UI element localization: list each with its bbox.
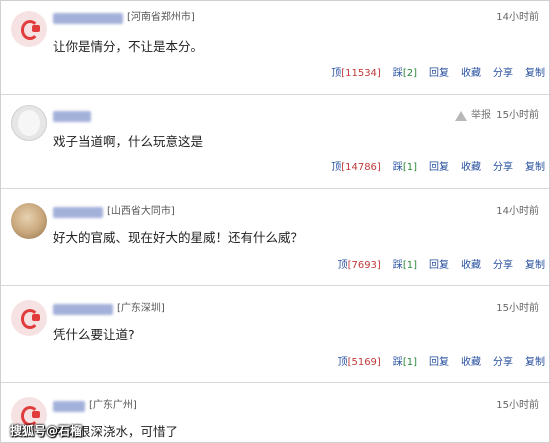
upvote-button[interactable]: 顶[7693] <box>338 259 381 273</box>
avatar[interactable] <box>11 105 47 141</box>
copy-button[interactable]: 复制 <box>525 161 545 175</box>
comment-item: [广东广州] 15小时前 大海很深浇水，可惜了 <box>1 383 549 442</box>
upvote-button[interactable]: 顶[5169] <box>338 356 381 370</box>
username[interactable] <box>53 303 113 315</box>
share-button[interactable]: 分享 <box>493 259 513 273</box>
username[interactable] <box>53 206 103 218</box>
copy-button[interactable]: 复制 <box>525 67 545 81</box>
comment-list: [河南省郑州市] 14小时前 让你是情分，不让是本分。 顶[11534] 踩[2… <box>0 0 550 443</box>
collect-button[interactable]: 收藏 <box>461 356 481 370</box>
comment-item: [山西省大同市] 14小时前 好大的官威、现在好大的星威！还有什么威？ 顶[76… <box>1 189 549 286</box>
warning-icon <box>455 111 467 121</box>
timestamp: 15小时前 <box>496 303 539 314</box>
comment-author: [广东深圳] <box>53 302 165 316</box>
collect-button[interactable]: 收藏 <box>461 259 481 273</box>
watermark: 搜狐号@石榴 <box>10 424 83 438</box>
timestamp: 14小时前 <box>496 206 539 217</box>
downvote-button[interactable]: 踩[2] <box>393 67 417 81</box>
share-button[interactable]: 分享 <box>493 356 513 370</box>
comment-author <box>53 109 91 123</box>
reply-button[interactable]: 回复 <box>429 161 449 175</box>
comment-item: [广东深圳] 15小时前 凭什么要让道? 顶[5169] 踩[1] 回复 收藏 … <box>1 286 549 383</box>
timestamp: 15小时前 <box>496 110 539 121</box>
avatar[interactable] <box>11 11 47 47</box>
reply-button[interactable]: 回复 <box>429 67 449 81</box>
reply-button[interactable]: 回复 <box>429 356 449 370</box>
comment-text: 让你是情分，不让是本分。 <box>53 39 204 54</box>
timestamp: 15小时前 <box>496 400 539 411</box>
comment-text: 好大的官威、现在好大的星威！还有什么威？ <box>53 230 304 245</box>
comment-author: [山西省大同市] <box>53 205 175 219</box>
comment-author: [河南省郑州市] <box>53 11 195 25</box>
username[interactable] <box>53 400 85 412</box>
comment-item: 举报 15小时前 戏子当道啊，什么玩意这是 顶[14786] 踩[1] 回复 收… <box>1 95 549 189</box>
action-bar: 顶[14786] 踩[1] 回复 收藏 分享 复制 <box>319 161 545 175</box>
copy-button[interactable]: 复制 <box>525 356 545 370</box>
upvote-button[interactable]: 顶[11534] <box>331 67 381 81</box>
location-label: [山西省大同市] <box>107 206 175 217</box>
comment-text: 戏子当道啊，什么玩意这是 <box>53 134 204 149</box>
username[interactable] <box>53 110 91 122</box>
location-label: [广东广州] <box>89 400 137 411</box>
action-bar: 顶[7693] 踩[1] 回复 收藏 分享 复制 <box>326 259 545 273</box>
downvote-button[interactable]: 踩[1] <box>393 259 417 273</box>
share-button[interactable]: 分享 <box>493 67 513 81</box>
downvote-button[interactable]: 踩[1] <box>393 356 417 370</box>
copy-button[interactable]: 复制 <box>525 259 545 273</box>
username[interactable] <box>53 12 123 24</box>
share-button[interactable]: 分享 <box>493 161 513 175</box>
reply-button[interactable]: 回复 <box>429 259 449 273</box>
report-button[interactable]: 举报 <box>455 109 491 123</box>
avatar[interactable] <box>11 300 47 336</box>
downvote-button[interactable]: 踩[1] <box>393 161 417 175</box>
collect-button[interactable]: 收藏 <box>461 67 481 81</box>
comment-author: [广东广州] <box>53 399 137 413</box>
collect-button[interactable]: 收藏 <box>461 161 481 175</box>
location-label: [广东深圳] <box>117 303 165 314</box>
comment-item: [河南省郑州市] 14小时前 让你是情分，不让是本分。 顶[11534] 踩[2… <box>1 1 549 95</box>
comment-text: 凭什么要让道? <box>53 327 135 342</box>
timestamp: 14小时前 <box>496 12 539 23</box>
avatar[interactable] <box>11 203 47 239</box>
action-bar: 顶[5169] 踩[1] 回复 收藏 分享 复制 <box>326 356 545 370</box>
upvote-button[interactable]: 顶[14786] <box>331 161 381 175</box>
location-label: [河南省郑州市] <box>127 12 195 23</box>
action-bar: 顶[11534] 踩[2] 回复 收藏 分享 复制 <box>319 67 545 81</box>
